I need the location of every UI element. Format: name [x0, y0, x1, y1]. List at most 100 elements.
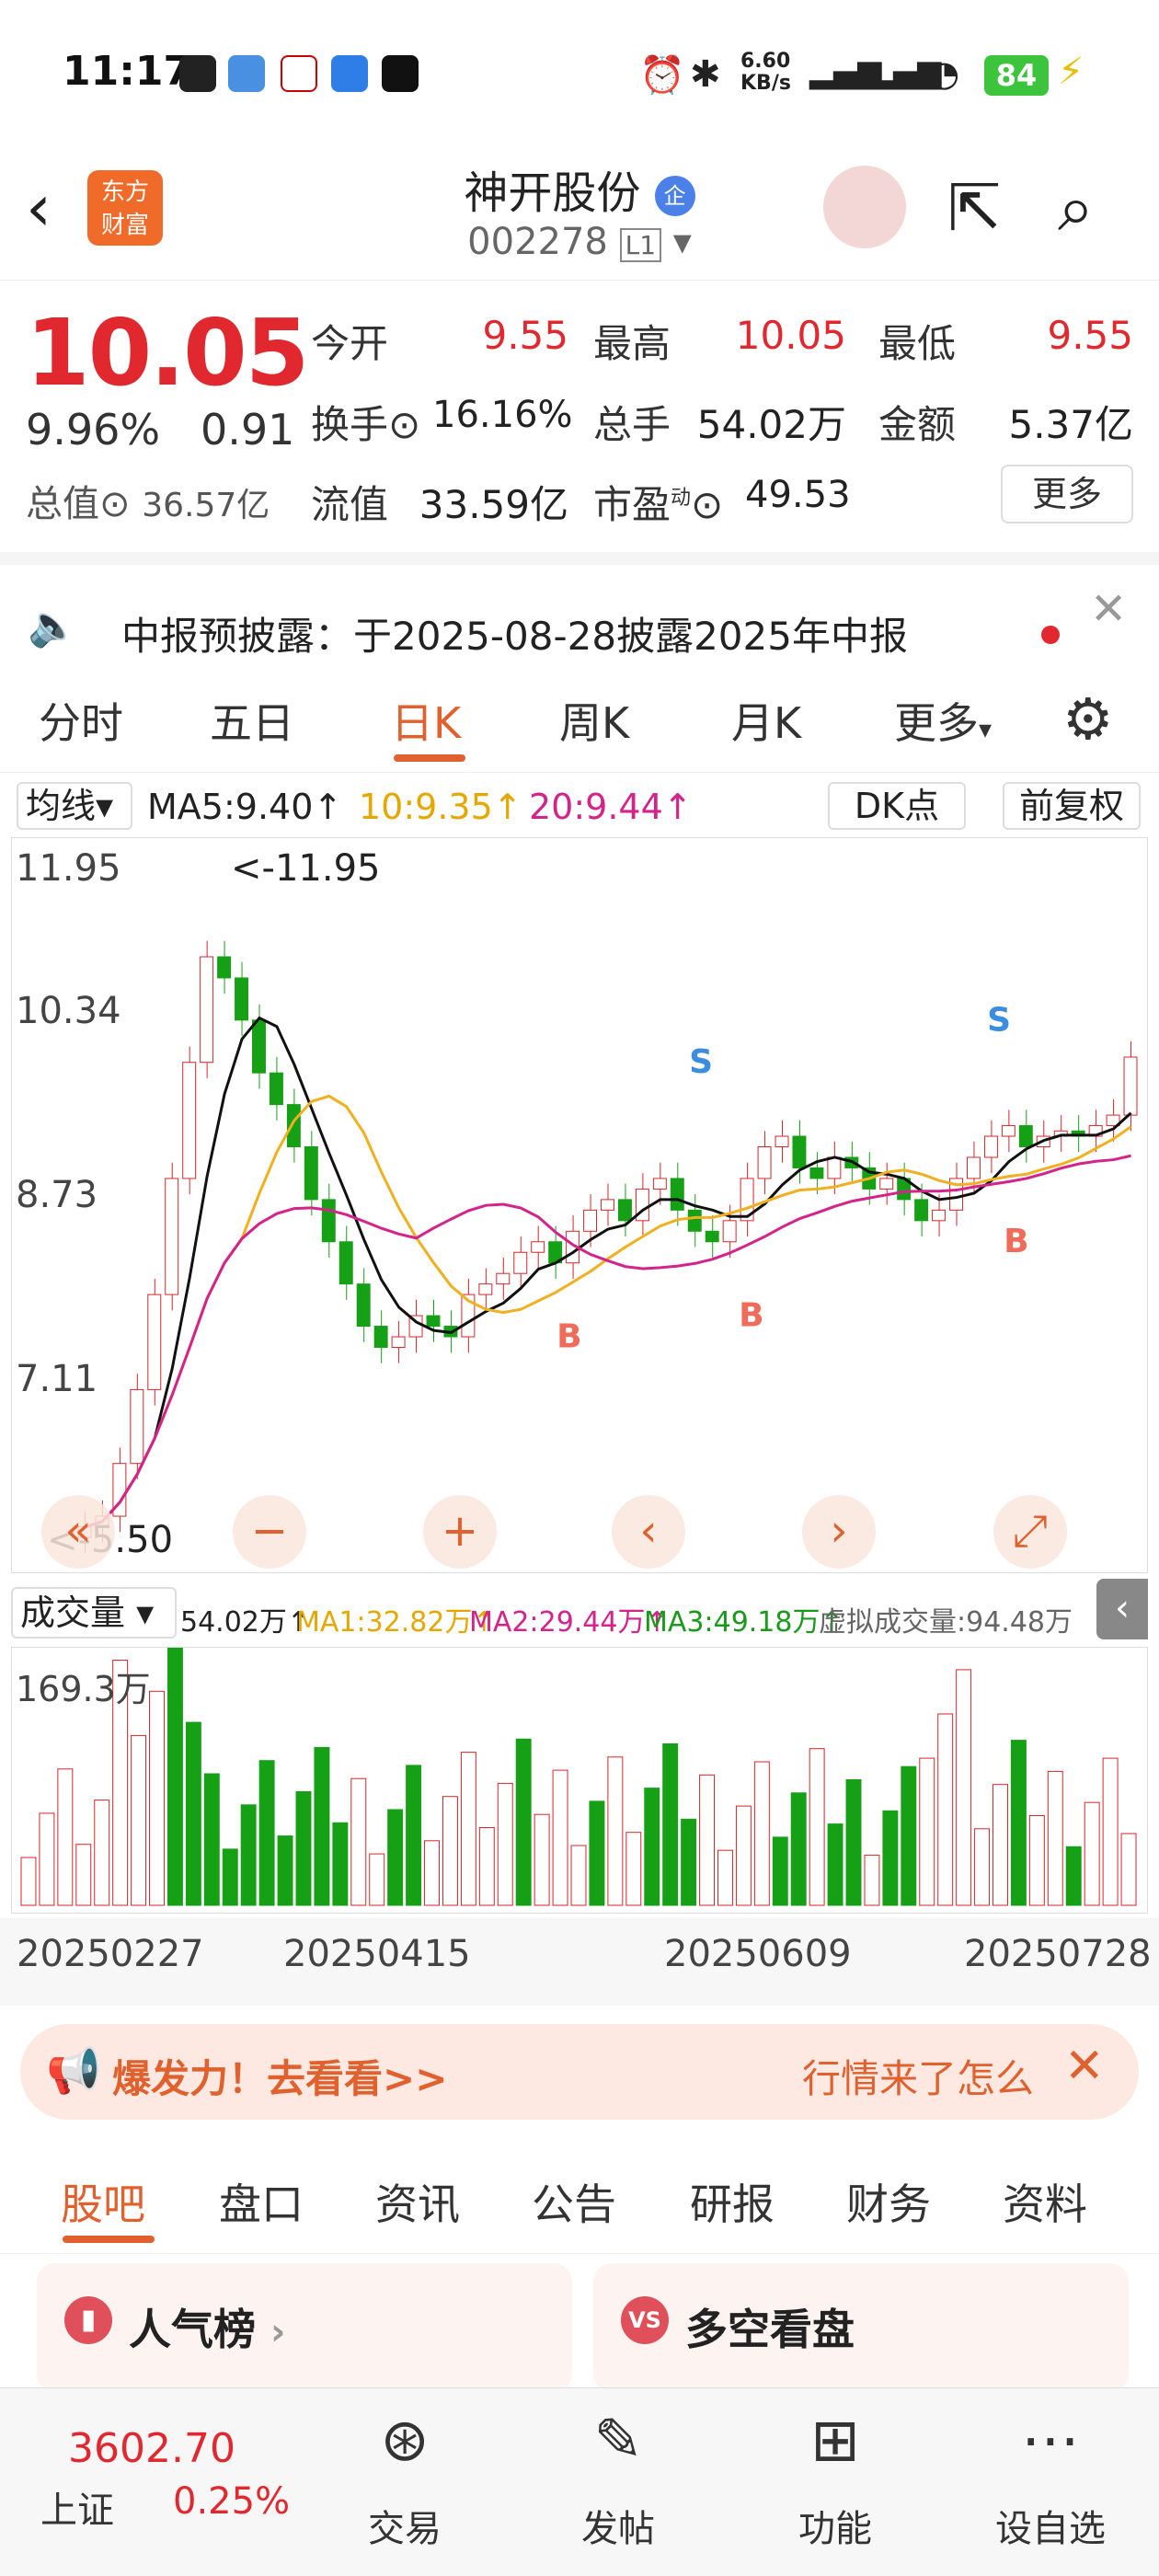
pe-label: 市盈动⊙ [593, 482, 724, 527]
candle [496, 1272, 511, 1285]
active-subtab-indicator [63, 2236, 155, 2243]
volume-bar [864, 1854, 880, 1906]
tab-pankou[interactable]: 盘口 [219, 2171, 304, 2232]
turnover-value: 16.16% [432, 394, 573, 436]
volume-bar [57, 1768, 74, 1906]
volume-bar [699, 1774, 716, 1906]
volume-bar [131, 1734, 147, 1906]
tab-wuri[interactable]: 五日 [210, 690, 294, 751]
tab-more[interactable]: 更多▾ [894, 690, 992, 751]
volume-bar [809, 1748, 825, 1906]
robot-avatar-icon[interactable] [823, 166, 906, 248]
stock-header: ‹ 东方 财富 神开股份 企 002278 L1 ▾ ⇱ ⌕ [0, 147, 1159, 281]
signal-marker: S [987, 1001, 1011, 1039]
high-annotation: <-11.95 [231, 847, 381, 890]
volume-bar [277, 1835, 293, 1906]
popularity-card[interactable]: ▮ 人气榜 › [37, 2263, 572, 2392]
zoom-out-icon[interactable]: − [233, 1495, 306, 1569]
candle [286, 1104, 301, 1148]
bull-bear-card[interactable]: VS 多空看盘 [593, 2263, 1129, 2392]
tab-gonggao[interactable]: 公告 [532, 2171, 616, 2232]
trade-icon[interactable]: ⊛ [331, 2407, 478, 2475]
volume-bar [203, 1773, 220, 1906]
candle [321, 1199, 336, 1243]
candle [147, 1294, 162, 1390]
volume-bar [1120, 1833, 1137, 1906]
volume-bar [515, 1738, 532, 1906]
share-icon[interactable]: ⇱ [947, 170, 1002, 246]
volume-bar [993, 1784, 1008, 1906]
candle [705, 1230, 719, 1243]
volume-bar [369, 1853, 385, 1906]
pe-value: 49.53 [745, 474, 851, 516]
tab-zixun[interactable]: 资讯 [375, 2171, 460, 2232]
volume-bar [94, 1800, 110, 1906]
candle [687, 1209, 702, 1232]
prev-icon[interactable]: ‹ [612, 1495, 685, 1569]
volume-selector[interactable]: 成交量 ▾ [11, 1587, 177, 1639]
tab-caiwu[interactable]: 财务 [846, 2171, 931, 2232]
notice-bar[interactable]: 🔈 中报预披露：于2025-08-28披露2025年中报 ✕ [0, 552, 1159, 662]
more-button[interactable]: 更多 [1001, 465, 1133, 523]
search-icon[interactable]: ⌕ [1058, 170, 1094, 247]
ma20-label: 20:9.44↑ [529, 787, 693, 827]
volume-bar [1010, 1740, 1027, 1906]
nav-add-watchlist[interactable]: 设自选 [977, 2499, 1124, 2552]
rewind-icon[interactable]: « [41, 1495, 115, 1569]
promo-banner[interactable]: 📢 爆发力！去看看>> 行情来了怎么 ✕ [20, 2024, 1139, 2120]
close-icon[interactable]: ✕ [1090, 583, 1127, 635]
volume-chart[interactable]: 169.3万 [11, 1646, 1148, 1914]
candle [339, 1241, 353, 1285]
tab-guba[interactable]: 股吧 [61, 2171, 145, 2232]
adjust-selector[interactable]: 前复权 [1003, 782, 1141, 830]
volume-bar [149, 1690, 165, 1906]
change-pct: 9.96% [26, 405, 161, 454]
float-value: 33.59亿 [419, 482, 568, 527]
ma-selector[interactable]: 均线▾ [17, 782, 132, 830]
wifi-icon: ◔ [929, 53, 960, 94]
signal-marker: B [739, 1297, 763, 1335]
next-icon[interactable]: › [802, 1495, 876, 1569]
close-icon[interactable]: ✕ [1064, 2039, 1105, 2094]
tab-fenshi[interactable]: 分时 [39, 690, 123, 751]
volume-bar [314, 1746, 330, 1906]
kline-chart[interactable]: SSBBB 11.95 10.34 8.73 7.11 <-11.95 <-5.… [11, 837, 1148, 1573]
candle [200, 956, 214, 1064]
ma5-label: MA5:9.40↑ [147, 787, 343, 827]
grid-icon[interactable]: ⊞ [762, 2407, 909, 2475]
nav-post[interactable]: 发帖 [545, 2499, 692, 2552]
bottom-nav: 3602.70 上证 0.25% ⊛ 交易 ✎ 发帖 ⊞ 功能 ⋯ 设自选 [0, 2387, 1159, 2576]
tab-yanbao[interactable]: 研报 [690, 2171, 775, 2232]
volume-bar [166, 1646, 183, 1906]
nav-trade[interactable]: 交易 [331, 2499, 478, 2552]
volume-bar [442, 1796, 458, 1906]
fullscreen-icon[interactable]: ⤢ [993, 1495, 1067, 1569]
nav-function[interactable]: 功能 [762, 2499, 909, 2552]
candle [1001, 1125, 1016, 1137]
turnover-label: 换手⊙ [311, 402, 421, 447]
candle [827, 1156, 842, 1179]
open-label: 今开 [311, 321, 389, 366]
collapse-icon[interactable]: ‹ [1096, 1579, 1148, 1639]
more-dots-icon[interactable]: ⋯ [977, 2407, 1124, 2475]
candle [966, 1156, 981, 1179]
tab-yuek[interactable]: 月K [731, 690, 801, 751]
dk-point-selector[interactable]: DK点 [828, 782, 966, 830]
banner-right-text: 行情来了怎么 [802, 2056, 1035, 2101]
volume-bar [974, 1828, 991, 1906]
zoom-in-icon[interactable]: + [423, 1495, 497, 1569]
volume-bar [387, 1809, 404, 1906]
volume-bar [295, 1791, 312, 1906]
tab-rik[interactable]: 日K [391, 690, 461, 751]
mcap-row: 总值⊙ 36.57亿 [26, 483, 270, 525]
post-icon[interactable]: ✎ [545, 2407, 692, 2475]
tab-ziliao[interactable]: 资料 [1003, 2171, 1087, 2232]
volume-label: 总手 [593, 402, 671, 447]
index-value[interactable]: 3602.70 [68, 2425, 235, 2472]
vol-ma1: MA1:32.82万↑ [296, 1606, 496, 1639]
signal-marker: S [689, 1043, 713, 1081]
tab-zhouk[interactable]: 周K [559, 690, 629, 751]
megaphone-icon: 📢 [46, 2045, 101, 2097]
candle [269, 1072, 283, 1106]
settings-gear-icon[interactable]: ⚙ [1062, 685, 1114, 753]
